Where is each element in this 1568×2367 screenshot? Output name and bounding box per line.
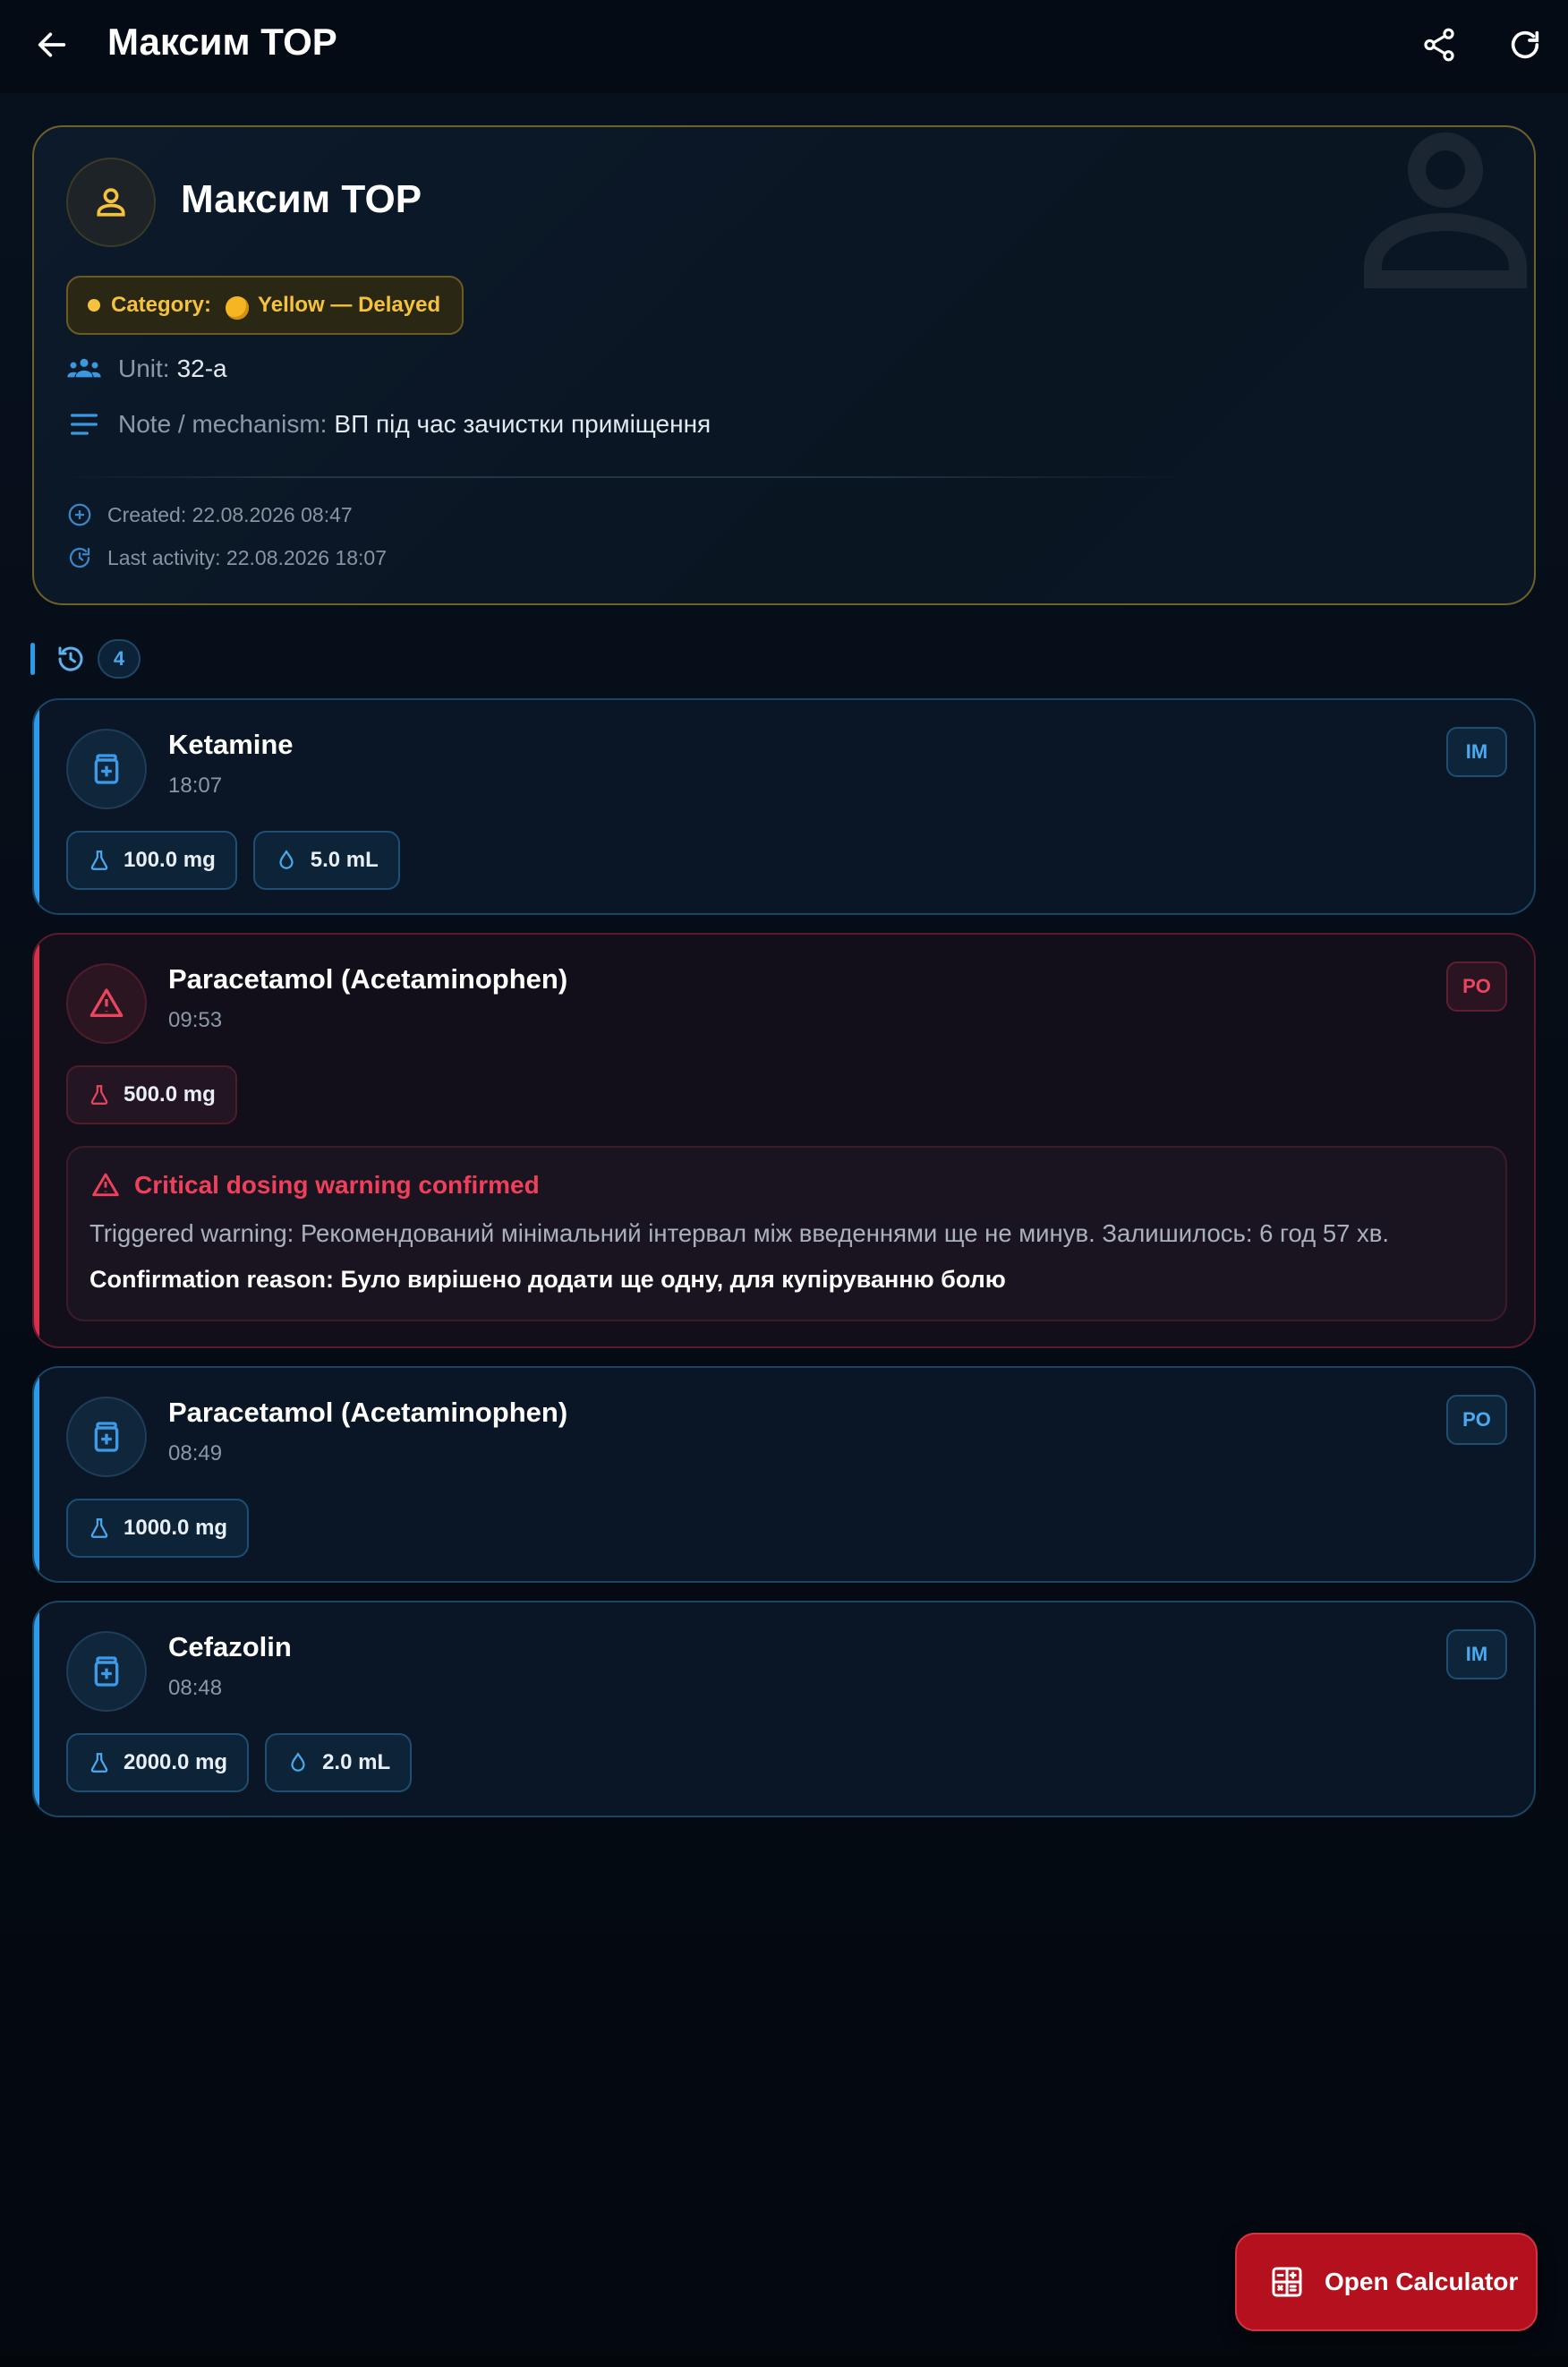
calculator-icon <box>1272 2267 1302 2297</box>
share-button[interactable] <box>1412 18 1466 72</box>
history-icon <box>58 646 83 671</box>
update-icon <box>69 547 90 568</box>
patient-name: Максим TOP <box>181 177 422 221</box>
medication-time: 08:48 <box>168 1676 223 1700</box>
route-badge: PO <box>1446 961 1507 1012</box>
notes-icon <box>71 414 98 435</box>
warning-title: Critical dosing warning confirmed <box>134 1171 540 1199</box>
medication-time: 18:07 <box>168 773 223 798</box>
medication-time: 09:53 <box>168 1008 223 1032</box>
category-label: Category: <box>111 293 212 317</box>
refresh-button[interactable] <box>1498 18 1552 72</box>
created-text: Created: 22.08.2026 08:47 <box>107 502 353 526</box>
note-label: Note / mechanism: <box>118 410 328 438</box>
avatar <box>66 158 156 247</box>
section-accent <box>30 643 35 675</box>
app-bar: Максим TOP <box>0 0 1568 93</box>
dose-chips: 500.0 mg <box>66 1065 237 1124</box>
medication-name: Paracetamol (Acetaminophen) <box>168 1397 568 1428</box>
dose-value: 100.0 mg <box>124 848 216 872</box>
drop-icon <box>291 1752 305 1772</box>
dose-chip: 100.0 mg <box>66 831 237 890</box>
medication-card[interactable]: Paracetamol (Acetaminophen) 08:49 PO 100… <box>32 1366 1536 1583</box>
arrow-left-icon <box>38 32 66 57</box>
activity-text: Last activity: 22.08.2026 18:07 <box>107 545 387 569</box>
system-nav-bar <box>0 2356 1568 2367</box>
note-value: ВП під час зачистки приміщення <box>334 410 712 438</box>
add-circle-icon <box>68 503 91 526</box>
medication-bottle-icon <box>94 1422 119 1452</box>
medication-icon <box>66 729 147 809</box>
medication-icon <box>66 1397 147 1477</box>
volume-value: 5.0 mL <box>310 848 379 872</box>
dose-chips: 1000.0 mg <box>66 1499 250 1558</box>
route-badge: IM <box>1446 1629 1507 1679</box>
volume-value: 2.0 mL <box>322 1750 391 1774</box>
flask-icon <box>90 1085 108 1105</box>
medication-card[interactable]: Ketamine 18:07 IM 100.0 mg 5.0 mL <box>32 698 1536 915</box>
flask-icon <box>90 850 108 870</box>
drop-icon <box>279 850 294 869</box>
app-root: Максим TOP Максим TOP Category: Yellow —… <box>0 0 1568 2367</box>
warning-title-row: Critical dosing warning confirmed <box>91 1171 540 1200</box>
person-icon <box>97 188 125 217</box>
medication-bottle-icon <box>94 1656 119 1687</box>
unit-row: Unit: 32-а <box>66 355 227 383</box>
unit-label: Unit: <box>118 355 170 382</box>
warning-icon <box>92 1173 119 1197</box>
medication-icon <box>66 1631 147 1712</box>
refresh-icon <box>1511 30 1539 59</box>
dose-value: 2000.0 mg <box>124 1750 228 1774</box>
divider <box>66 476 1194 478</box>
medication-name: Ketamine <box>168 729 294 760</box>
group-icon <box>67 358 101 378</box>
person-watermark-icon <box>1364 132 1527 288</box>
confirmation-reason: Confirmation reason: Було вирішено додат… <box>89 1266 1006 1294</box>
category-value: Yellow — Delayed <box>258 293 441 317</box>
page-title: Максим TOP <box>107 21 337 63</box>
history-header: 4 <box>30 639 141 679</box>
reason-label: Confirmation reason: <box>89 1266 335 1293</box>
volume-chip: 5.0 mL <box>252 831 400 890</box>
patient-card: Максим TOP Category: Yellow — Delayed Un… <box>32 125 1536 605</box>
share-icon <box>1424 28 1454 62</box>
dose-chip: 500.0 mg <box>66 1065 237 1124</box>
note-row: Note / mechanism: ВП під час зачистки пр… <box>66 410 711 439</box>
activity-row: Last activity: 22.08.2026 18:07 <box>66 544 387 571</box>
dosing-warning-box: Critical dosing warning confirmed Trigge… <box>66 1146 1507 1321</box>
open-calculator-button[interactable]: Open Calculator <box>1235 2233 1538 2331</box>
medication-time: 08:49 <box>168 1441 223 1465</box>
route-badge: IM <box>1446 727 1507 777</box>
warning-text: Triggered warning: Рекомендований мініма… <box>89 1219 1390 1247</box>
back-button[interactable] <box>27 20 77 70</box>
medication-card-warning[interactable]: Paracetamol (Acetaminophen) 09:53 PO 500… <box>32 933 1536 1348</box>
category-badge: Category: Yellow — Delayed <box>66 276 464 335</box>
yellow-circle-icon <box>226 295 250 320</box>
history-count-badge: 4 <box>98 639 141 679</box>
flask-icon <box>90 1753 108 1773</box>
medication-name: Paracetamol (Acetaminophen) <box>168 963 568 995</box>
created-row: Created: 22.08.2026 08:47 <box>66 501 353 528</box>
dose-chip: 2000.0 mg <box>66 1733 250 1792</box>
warning-icon <box>89 988 124 1017</box>
dose-chip: 1000.0 mg <box>66 1499 250 1558</box>
dose-chips: 2000.0 mg 2.0 mL <box>66 1733 413 1792</box>
medication-name: Cefazolin <box>168 1631 292 1662</box>
medication-card[interactable]: Cefazolin 08:48 IM 2000.0 mg 2.0 mL <box>32 1601 1536 1817</box>
reason-value: Було вирішено додати ще одну, для купіру… <box>340 1266 1006 1293</box>
flask-icon <box>90 1518 108 1538</box>
volume-chip: 2.0 mL <box>265 1733 413 1792</box>
dose-value: 1000.0 mg <box>124 1516 228 1540</box>
unit-value: 32-а <box>176 355 227 382</box>
category-dot <box>88 299 100 312</box>
route-badge: PO <box>1446 1395 1507 1445</box>
dose-value: 500.0 mg <box>124 1082 216 1107</box>
medication-bottle-icon <box>94 754 119 784</box>
open-calculator-label: Open Calculator <box>1325 2268 1519 2295</box>
dose-chips: 100.0 mg 5.0 mL <box>66 831 400 890</box>
medication-icon <box>66 963 147 1044</box>
